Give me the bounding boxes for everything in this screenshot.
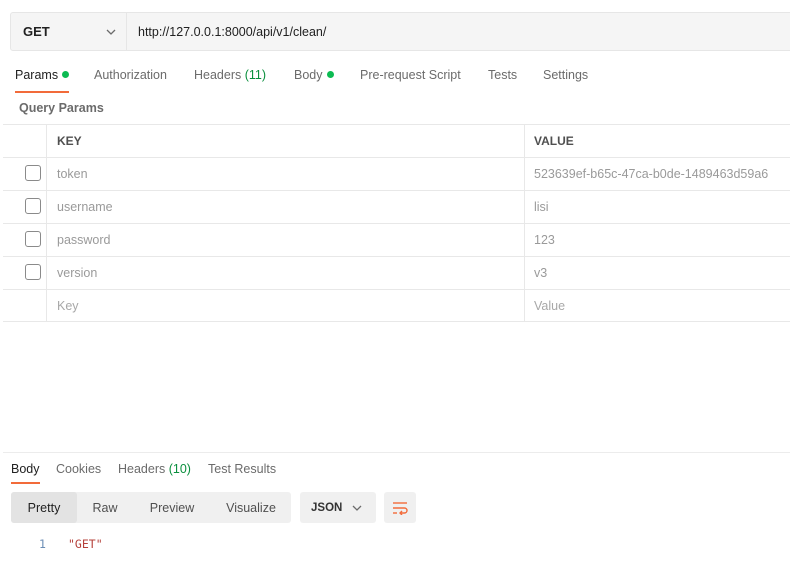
new-value-input[interactable]: Value (525, 290, 790, 321)
headers-count: (10) (168, 462, 191, 476)
new-param-row: Key Value (3, 289, 790, 322)
tab-test-results[interactable]: Test Results (208, 461, 276, 477)
tab-params[interactable]: Params (15, 66, 70, 93)
tab-label: Settings (543, 68, 589, 82)
tab-label: Body (294, 68, 323, 82)
tab-label: Test Results (208, 462, 277, 476)
param-key[interactable]: password (47, 224, 525, 256)
active-tab-indicator (15, 91, 70, 93)
request-bar: GET http://127.0.0.1:8000/api/v1/clean/ (10, 12, 790, 51)
tab-pre-request-script[interactable]: Pre-request Script (360, 66, 461, 84)
pane-divider[interactable] (3, 452, 790, 453)
chevron-down-icon (106, 29, 116, 35)
view-pretty-button[interactable]: Pretty (11, 492, 77, 523)
headers-count: (11) (244, 68, 267, 82)
status-dot (326, 71, 334, 78)
url-input[interactable]: http://127.0.0.1:8000/api/v1/clean/ (127, 13, 326, 50)
view-raw-button[interactable]: Raw (77, 492, 133, 523)
tab-label: Pre-request Script (360, 68, 461, 82)
table-row: version v3 (3, 256, 790, 289)
tab-body[interactable]: Body (294, 66, 334, 84)
tab-tests[interactable]: Tests (488, 66, 517, 84)
chevron-down-icon (352, 505, 362, 511)
line-number: 1 (39, 537, 46, 551)
checkbox-cell (3, 191, 47, 223)
view-visualize-button[interactable]: Visualize (211, 492, 291, 523)
checkbox-cell (3, 224, 47, 256)
param-key[interactable]: version (47, 257, 525, 289)
param-value[interactable]: 523639ef-b65c-47ca-b0de-1489463d59a6 (525, 158, 790, 190)
table-row: password 123 (3, 223, 790, 256)
tab-label: Headers (118, 462, 166, 476)
tab-cookies[interactable]: Cookies (56, 461, 101, 477)
row-checkbox[interactable] (25, 231, 41, 247)
row-checkbox[interactable] (25, 198, 41, 214)
table-row: username lisi (3, 190, 790, 223)
checkbox-column-header (3, 125, 47, 157)
view-preview-button[interactable]: Preview (133, 492, 211, 523)
param-value[interactable]: v3 (525, 257, 790, 289)
tab-response-headers[interactable]: Headers (10) (118, 461, 191, 477)
tab-headers[interactable]: Headers (11) (194, 66, 266, 84)
format-select[interactable]: JSON (300, 492, 376, 523)
row-checkbox[interactable] (25, 165, 41, 181)
response-body-text[interactable]: "GET" (68, 537, 103, 551)
value-column-header: VALUE (534, 134, 574, 148)
view-mode-group: Pretty Raw Preview Visualize (11, 492, 291, 523)
tab-label: Cookies (56, 462, 102, 476)
format-label: JSON (311, 501, 343, 514)
wrap-lines-button[interactable] (384, 492, 416, 523)
checkbox-cell (3, 257, 47, 289)
param-key[interactable]: token (47, 158, 525, 190)
query-params-title: Query Params (19, 101, 104, 115)
param-value[interactable]: lisi (525, 191, 790, 223)
tab-label: Authorization (94, 68, 167, 82)
tab-authorization[interactable]: Authorization (94, 66, 167, 84)
tab-label: Tests (488, 68, 518, 82)
params-table: KEY VALUE token 523639ef-b65c-47ca-b0de-… (3, 124, 790, 322)
url-text: http://127.0.0.1:8000/api/v1/clean/ (138, 24, 327, 39)
wrap-lines-icon (393, 501, 408, 515)
tab-settings[interactable]: Settings (543, 66, 588, 84)
method-select[interactable]: GET (11, 13, 127, 50)
status-dot (62, 71, 70, 78)
active-tab-indicator (11, 482, 40, 484)
row-checkbox[interactable] (25, 264, 41, 280)
tab-response-body[interactable]: Body (11, 461, 40, 484)
param-key[interactable]: username (47, 191, 525, 223)
tab-label: Body (11, 462, 40, 476)
table-row: token 523639ef-b65c-47ca-b0de-1489463d59… (3, 157, 790, 190)
table-header: KEY VALUE (3, 124, 790, 157)
key-column-header: KEY (47, 125, 525, 157)
tab-label: Headers (194, 68, 242, 82)
new-key-input[interactable]: Key (47, 290, 525, 321)
param-value[interactable]: 123 (525, 224, 790, 256)
tab-label: Params (15, 68, 59, 82)
checkbox-cell (3, 290, 47, 321)
checkbox-cell (3, 158, 47, 190)
method-label: GET (23, 24, 50, 39)
